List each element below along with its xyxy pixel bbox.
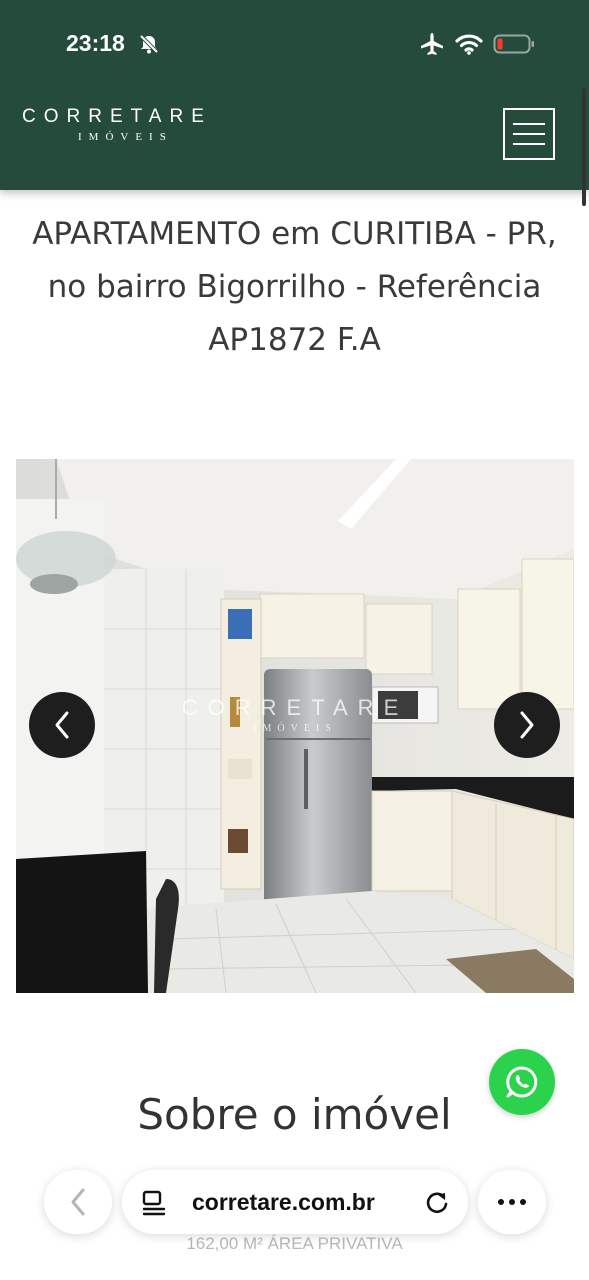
watermark-name: CORRETARE	[181, 695, 409, 720]
page-menu-icon[interactable]	[142, 1190, 168, 1216]
more-dot	[520, 1199, 526, 1205]
hamburger-menu-icon	[513, 123, 545, 125]
area-text: 162,00 M² ÁREA PRIVATIVA	[186, 1234, 403, 1253]
brand-logo[interactable]: CORRETARE IMÓVEIS	[22, 106, 212, 143]
status-icons	[419, 32, 535, 56]
hamburger-line	[513, 143, 545, 145]
brand-sub: IMÓVEIS	[78, 131, 173, 143]
battery-low-icon	[493, 34, 534, 54]
menu-button[interactable]	[503, 108, 555, 160]
browser-more-button[interactable]	[478, 1170, 546, 1234]
bell-slash-icon	[139, 34, 159, 54]
wifi-icon	[455, 34, 483, 55]
photo-watermark: CORRETARE IMÓVEIS	[16, 695, 574, 734]
scroll-indicator	[582, 88, 586, 206]
address-bar[interactable]: corretare.com.br	[122, 1170, 468, 1234]
status-time: 23:18	[66, 30, 125, 56]
property-photo[interactable]: CORRETARE IMÓVEIS	[16, 459, 574, 993]
gallery-prev-button[interactable]	[29, 692, 95, 758]
hamburger-line	[513, 133, 545, 135]
chevron-left-icon	[55, 711, 69, 739]
listing-title: APARTAMENTO em CURITIBA - PR, no bairro …	[32, 216, 557, 358]
more-dot	[509, 1199, 515, 1205]
brand-name: CORRETARE	[22, 106, 212, 127]
reload-icon[interactable]	[424, 1189, 450, 1215]
airplane-icon	[421, 33, 443, 55]
site-header: 23:18 CORRETARE IMÓVEIS	[0, 0, 589, 190]
more-dots-icon	[498, 1199, 504, 1205]
gallery-next-button[interactable]	[494, 692, 560, 758]
chevron-right-icon	[520, 711, 534, 739]
browser-back-button[interactable]	[44, 1170, 112, 1234]
watermark-sub: IMÓVEIS	[253, 723, 337, 734]
whatsapp-icon	[506, 1066, 538, 1098]
chevron-left-icon	[71, 1188, 85, 1216]
url-text[interactable]: corretare.com.br	[192, 1189, 375, 1216]
whatsapp-button[interactable]	[489, 1049, 555, 1115]
